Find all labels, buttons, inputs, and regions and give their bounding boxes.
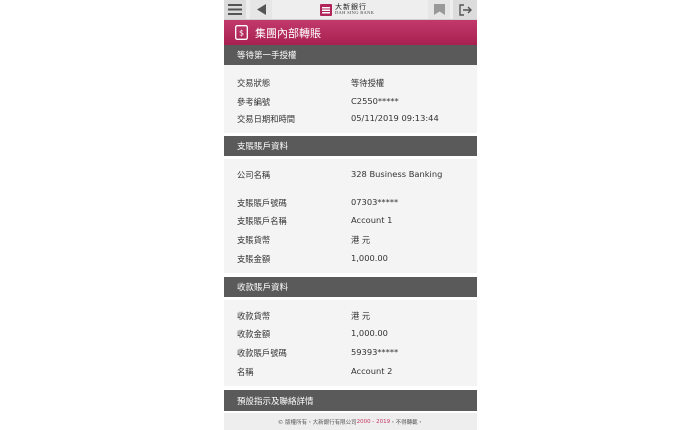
row-label: 支賬金額 [237,254,271,264]
section-header-preset-details[interactable]: 預設指示及聯絡詳情 [224,390,477,411]
back-icon [256,4,266,15]
copyright-suffix: ・不得轉載・ [390,419,424,426]
section-header-status: 等待第一手授權 [224,45,477,65]
row-value: 1,000.00 [351,328,388,338]
row-value: 59393***** [351,347,399,357]
credit-account-name-row: 名稱 Account 2 [237,366,467,380]
row-label: 交易日期和時間 [237,114,296,124]
row-label: 參考編號 [237,97,271,107]
debit-account-name-row: 支賬賬戶名稱 Account 1 [237,215,467,229]
debit-section-body: 公司名稱 328 Business Banking 支賬賬戶號碼 07303**… [224,159,477,273]
copyright-prefix: © 版權所有・大新銀行有限公司 [277,419,357,426]
reference-row: 參考編號 C2550***** [237,96,467,110]
page-title-bar: $ 集團內部轉賬 [224,20,477,45]
back-button[interactable] [250,0,272,19]
row-value: 港 元 [351,311,371,321]
credit-account-number-row: 收款賬戶號碼 59393***** [237,347,467,361]
copyright-years: 2000 - 2019 [356,418,391,425]
company-row: 公司名稱 328 Business Banking [237,169,467,183]
logout-button[interactable] [453,0,477,19]
row-value: 港 元 [351,235,371,245]
row-label: 名稱 [237,367,254,377]
bookmark-button[interactable] [428,0,450,19]
row-label: 收款賬戶號碼 [237,348,287,358]
debit-currency-row: 支賬貨幣 港 元 [237,234,467,248]
row-value: 1,000.00 [351,253,388,263]
datetime-row: 交易日期和時間 05/11/2019 09:13:44 [237,113,467,127]
row-value: 等待授權 [351,78,385,88]
transfer-document-icon: $ [234,25,248,41]
menu-icon [228,4,242,15]
row-label: 支賬貨幣 [237,235,271,245]
row-label: 支賬賬戶號碼 [237,198,287,208]
page-title: 集團內部轉賬 [255,26,321,40]
debit-amount-row: 支賬金額 1,000.00 [237,253,467,267]
section-header-credit: 收款賬戶資料 [224,277,477,297]
credit-amount-row: 收款金額 1,000.00 [237,328,467,342]
row-label: 公司名稱 [237,170,271,180]
row-value: Account 2 [351,366,393,376]
bank-name-english: DAH SING BANK [335,9,375,15]
bank-logo: 大新銀行 DAH SING BANK [320,1,374,18]
row-label: 支賬賬戶名稱 [237,216,287,226]
bookmark-icon [433,4,445,15]
status-section-body: 交易狀態 等待授權 參考編號 C2550***** 交易日期和時間 05/11/… [224,65,477,133]
row-label: 收款金額 [237,329,271,339]
debit-account-number-row: 支賬賬戶號碼 07303***** [237,197,467,211]
credit-section-body: 收款貨幣 港 元 收款金額 1,000.00 收款賬戶號碼 59393*****… [224,300,477,386]
row-value: 05/11/2019 09:13:44 [351,113,439,123]
credit-currency-row: 收款貨幣 港 元 [237,310,467,324]
copyright-footer: © 版權所有・大新銀行有限公司 2000 - 2019 ・不得轉載・ [224,413,477,430]
menu-button[interactable] [224,0,246,19]
logout-icon [458,3,472,16]
status-row: 交易狀態 等待授權 [237,77,467,91]
top-bar: 大新銀行 DAH SING BANK [224,0,477,20]
row-label: 交易狀態 [237,78,271,88]
row-value: 07303***** [351,197,399,207]
row-label: 收款貨幣 [237,311,271,321]
mobile-app-frame: 大新銀行 DAH SING BANK $ 集團內部轉賬 等待第一手授權 交易狀態… [224,0,477,430]
row-value: Account 1 [351,215,393,225]
bank-logo-mark-icon [320,3,332,16]
row-value: C2550***** [351,96,399,106]
svg-text:$: $ [238,29,243,38]
section-header-debit: 支賬賬戶資料 [224,136,477,156]
row-value: 328 Business Banking [351,169,443,179]
